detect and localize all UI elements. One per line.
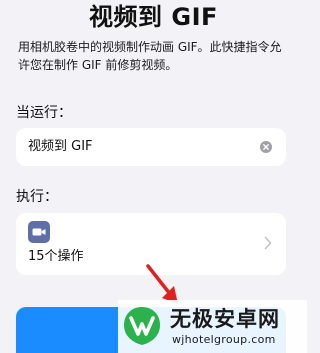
chevron-right-icon xyxy=(264,236,272,250)
page-title: 视频到 GIF xyxy=(89,3,218,31)
shortcut-description: 用相机胶卷中的视频制作动画 GIF。此快捷指令允许您在制作 GIF 前修剪视频。 xyxy=(18,40,282,72)
watermark: 无极安卓网 wjhotelgroup.com xyxy=(118,300,307,353)
watermark-url: wjhotelgroup.com xyxy=(172,333,276,346)
video-camera-icon xyxy=(28,221,50,243)
clear-icon[interactable] xyxy=(260,141,272,153)
run-phrase-field[interactable]: 视频到 GIF xyxy=(16,128,286,166)
watermark-logo-icon xyxy=(124,307,160,345)
run-phrase-value[interactable]: 视频到 GIF xyxy=(28,138,93,156)
watermark-name: 无极安卓网 xyxy=(170,307,280,331)
action-count: 15个操作 xyxy=(28,249,84,264)
run-section-label: 当运行： xyxy=(16,105,72,121)
exec-section-label: 执行： xyxy=(16,189,58,205)
